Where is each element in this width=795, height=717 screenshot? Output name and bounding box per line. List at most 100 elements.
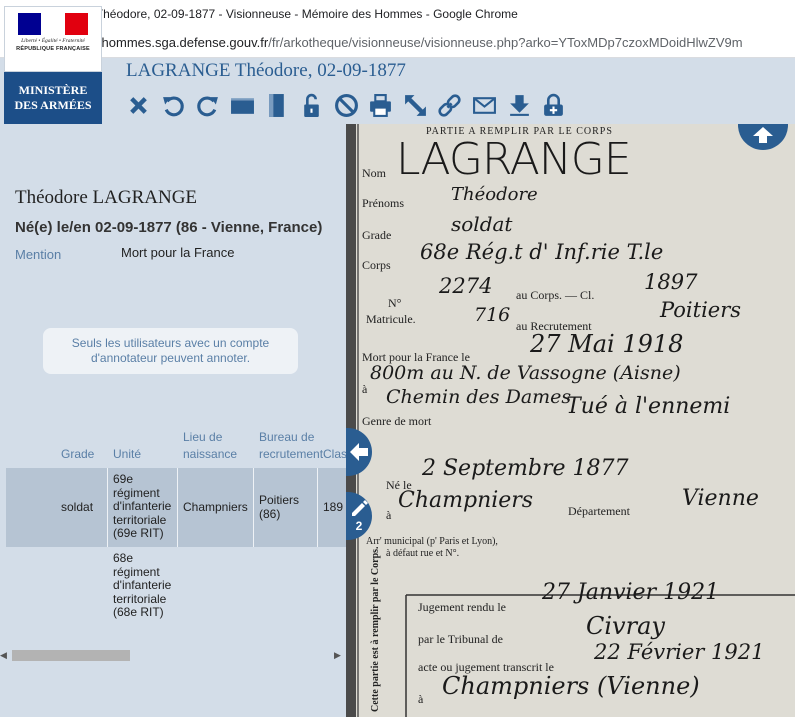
republic-motto: Liberté • Égalité • Fraternité [21, 38, 85, 44]
permalink-button[interactable] [437, 93, 462, 118]
print-button[interactable] [368, 93, 393, 118]
download-icon [509, 94, 529, 116]
hand-recrutement: Poitiers [660, 298, 742, 322]
address-bar[interactable]: memoiredeshommes.sga.defense.gouv.fr/fr/… [0, 28, 795, 58]
label-corps: Corps [362, 258, 391, 272]
table-row[interactable]: 68e régiment d'infanterie territoriale (… [6, 547, 346, 627]
table-header: Grade Unité Lieu de naissance Bureau de … [6, 424, 346, 467]
horizontal-scrollbar[interactable]: ◀ ▶ [0, 648, 346, 664]
col-header-classe[interactable]: Class [323, 446, 346, 463]
annotation-count-badge: 2 [355, 519, 363, 533]
annotation-permission-note: Seuls les utilisateurs avec un compte d'… [43, 328, 298, 374]
label-no: N° [388, 296, 402, 310]
hand-nom: LAGRANGE [396, 134, 632, 185]
document-viewer[interactable]: PARTIE A REMPLIR PAR LE CORPS Nom LAGRAN… [346, 124, 795, 717]
label-departement: Département [568, 504, 630, 518]
print-icon [370, 93, 392, 117]
scroll-right-arrow-icon[interactable]: ▶ [334, 650, 341, 661]
label-matricule: Matricule. [366, 312, 416, 326]
col-header-grade[interactable]: Grade [61, 446, 94, 463]
forbidden-button[interactable] [334, 93, 359, 118]
arrow-up-icon [753, 127, 773, 143]
rotate-left-icon [162, 96, 184, 116]
cell-classe: 189 [323, 500, 344, 514]
label-grade: Grade [362, 228, 392, 242]
label-genre-mort: Genre de mort [362, 414, 432, 428]
hand-genre-mort: Tué à l'ennemi [566, 394, 731, 419]
person-name: Théodore LAGRANGE [15, 187, 198, 208]
scanned-death-record: PARTIE A REMPLIR PAR LE CORPS Nom LAGRAN… [346, 124, 795, 717]
mention-label: Mention [15, 247, 62, 262]
label-prenoms: Prénoms [362, 196, 404, 210]
rotate-right-icon [197, 96, 219, 116]
cell-unite: 68e régiment d'infanterie territoriale (… [113, 551, 172, 619]
hand-corps: 68e Rég.t d' Inf.rie T.le [420, 240, 664, 264]
label-a3: à [418, 692, 424, 706]
cell-bureau: Poitiers (86) [259, 493, 300, 521]
rotate-right-button[interactable] [195, 93, 220, 118]
fit-height-button[interactable] [264, 93, 289, 118]
hand-jugement-date: 27 Janvier 1921 [542, 580, 720, 605]
cell-grade: soldat [61, 500, 94, 514]
side-note: Cette partie est à remplir par le Corps. [370, 546, 381, 712]
hand-ne-a: Champniers [398, 488, 534, 513]
hand-recrutement-no: 716 [474, 304, 511, 326]
email-button[interactable] [472, 93, 497, 118]
forbidden-icon [334, 93, 358, 117]
pencil-icon [352, 500, 368, 516]
scroll-left-arrow-icon[interactable]: ◀ [0, 650, 7, 661]
table-row[interactable]: soldat 69e régiment d'infanterie territo… [6, 468, 346, 547]
hand-date-mort: 27 Mai 1918 [530, 330, 684, 358]
hand-tribunal: Civray [586, 612, 665, 640]
birth-info: Né(e) le/en 02-09-1877 (86 - Vienne, Fra… [15, 219, 323, 236]
unlock-icon [304, 93, 319, 117]
link-icon [438, 93, 461, 117]
ministry-name: MINISTÈRE DES ARMÉES [4, 72, 102, 124]
browser-titlebar: LAGRANGE Théodore, 02-09-1877 - Visionne… [0, 0, 795, 28]
hand-transcrit-date: 22 Février 1921 [594, 640, 765, 664]
url-text[interactable]: memoiredeshommes.sga.defense.gouv.fr/fr/… [30, 35, 743, 50]
hand-ne-le: 2 Septembre 1877 [422, 456, 629, 481]
hand-lieu-mort-2: Chemin des Dames [386, 386, 572, 408]
french-flag-icon [18, 13, 88, 35]
label-tribunal: par le Tribunal de [418, 632, 503, 646]
rotate-left-button[interactable] [161, 93, 186, 118]
label-defaut: à défaut rue et N°. [386, 548, 460, 559]
download-button[interactable] [507, 93, 532, 118]
cell-unite: 69e régiment d'infanterie territoriale (… [113, 472, 172, 540]
label-arrt: Arr' municipal (p' Paris et Lyon), [366, 536, 498, 547]
republic-name: RÉPUBLIQUE FRANÇAISE [16, 46, 90, 52]
col-header-lieu[interactable]: Lieu de naissance [183, 429, 251, 463]
label-au-corps: au Corps. — Cl. [516, 288, 595, 302]
fit-height-icon [269, 93, 285, 117]
close-icon [130, 96, 147, 114]
hand-transcrit-lieu: Champniers (Vienne) [442, 672, 700, 700]
hand-departement: Vienne [682, 486, 759, 511]
label-nom: Nom [362, 166, 386, 180]
hand-prenoms: Théodore [451, 184, 538, 205]
lock-icon [544, 93, 563, 116]
fullscreen-icon [404, 94, 426, 116]
fullscreen-button[interactable] [403, 93, 428, 118]
ministry-logo[interactable]: Liberté • Égalité • Fraternité RÉPUBLIQU… [4, 6, 102, 124]
viewer-toolbar [126, 90, 576, 120]
hand-grade: soldat [451, 212, 513, 236]
col-header-unite[interactable]: Unité [113, 446, 141, 463]
fit-width-icon [230, 97, 254, 114]
lock-button[interactable] [541, 93, 566, 118]
label-jugement: Jugement rendu le [418, 600, 506, 614]
close-button[interactable] [126, 93, 151, 118]
fit-width-button[interactable] [230, 93, 255, 118]
hand-lieu-mort: 800m au N. de Vassogne (Aisne) [370, 362, 681, 384]
label-a2: à [386, 508, 392, 522]
label-a: à [362, 382, 368, 396]
unlock-button[interactable] [299, 93, 324, 118]
scrollbar-thumb[interactable] [12, 650, 130, 661]
url-path: /fr/arkotheque/visionneuse/visionneuse.p… [268, 35, 743, 50]
col-header-bureau[interactable]: Bureau de recrutement [259, 429, 325, 463]
record-details-panel: Théodore LAGRANGE Né(e) le/en 02-09-1877… [0, 124, 346, 717]
hand-classe: 1897 [644, 270, 698, 294]
email-icon [472, 96, 496, 114]
cell-lieu: Champniers [183, 500, 248, 514]
app-header: LAGRANGE Théodore, 02-09-1877 [0, 58, 795, 124]
